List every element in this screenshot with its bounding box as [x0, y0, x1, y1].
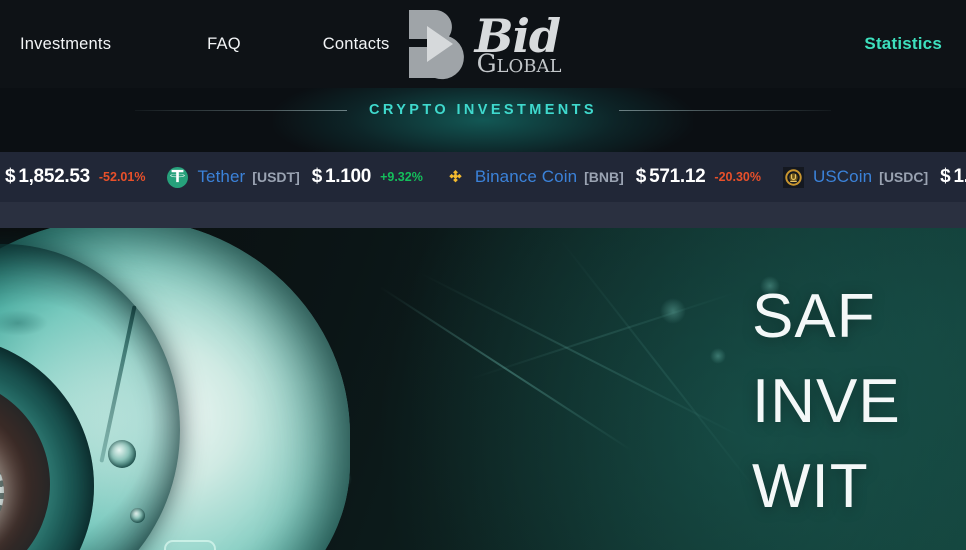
price-value: 1,852.53 — [18, 166, 90, 187]
ticker-change: -20.30% — [714, 170, 761, 184]
ticker-item[interactable]: ] $1,852.53 -52.01% — [0, 166, 145, 188]
ticker-price: $1.100 — [311, 166, 372, 188]
ticker-coin-symbol: [USDC] — [879, 169, 929, 185]
subbar-label: CRYPTO INVESTMENTS — [369, 102, 597, 118]
currency-symbol: $ — [311, 166, 323, 187]
crypto-investments-bar: CRYPTO INVESTMENTS — [0, 88, 966, 152]
hero-section: SAF INVE WIT — [0, 228, 966, 550]
nav-item-statistics[interactable]: Statistics — [864, 34, 942, 54]
ticker-change: +9.32% — [380, 170, 423, 184]
currency-symbol: $ — [635, 166, 647, 187]
hero-bokeh-dot — [710, 348, 726, 364]
ticker-change: -52.01% — [98, 170, 146, 184]
robot-head-image — [0, 228, 380, 550]
logo-link[interactable]: Bid Global — [405, 8, 562, 80]
ticker-coin-symbol: [BNB] — [584, 169, 624, 185]
price-value: 571.12 — [649, 166, 706, 187]
ticker-coin-name[interactable]: USCoin — [813, 167, 872, 187]
ticker-item[interactable]: Tether [USDT] $1.100 +9.32% — [145, 166, 423, 188]
ticker-price: $1.1 — [940, 166, 966, 188]
price-value: 1.100 — [325, 166, 372, 187]
hero-bokeh-dot — [660, 298, 686, 324]
header-right-nav: Statistics — [864, 0, 942, 88]
divider-line-right — [618, 109, 831, 111]
site-header: Investments FAQ Contacts Bid Global Stat… — [0, 0, 966, 88]
divider-line-left — [135, 109, 347, 111]
ticker-price: $571.12 — [636, 166, 706, 188]
ticker-coin-name[interactable]: Binance Coin — [475, 167, 577, 187]
ticker-price: $1,852.53 — [5, 166, 90, 188]
hero-bokeh-dot — [760, 276, 780, 296]
nav-item-faq[interactable]: FAQ — [207, 35, 241, 54]
ticker-lower-band — [0, 202, 966, 228]
ticker-track[interactable]: ] $1,852.53 -52.01% Tether [USDT] $1.100… — [0, 152, 966, 202]
logo-secondary-text: Global — [476, 48, 562, 78]
nav-item-investments[interactable]: Investments — [20, 35, 111, 54]
b-play-logo-icon — [405, 8, 467, 80]
ticker-item[interactable]: Binance Coin [BNB] $571.12 -20.30% — [423, 166, 761, 188]
ticker-coin-name[interactable]: Tether — [197, 167, 245, 187]
currency-symbol: $ — [940, 166, 951, 187]
price-value: 1.1 — [953, 166, 966, 187]
binance-coin-icon — [445, 167, 466, 188]
ticker-coin-symbol: [USDT] — [252, 169, 300, 185]
ticker-item[interactable]: USCoin [USDC] $1.1 — [761, 166, 966, 188]
currency-symbol: $ — [5, 166, 16, 187]
uscoin-icon — [782, 166, 804, 188]
tether-icon — [167, 166, 189, 188]
nav-item-contacts[interactable]: Contacts — [323, 35, 390, 54]
crypto-ticker[interactable]: ] $1,852.53 -52.01% Tether [USDT] $1.100… — [0, 152, 966, 202]
main-navigation: Investments FAQ Contacts — [0, 0, 389, 88]
